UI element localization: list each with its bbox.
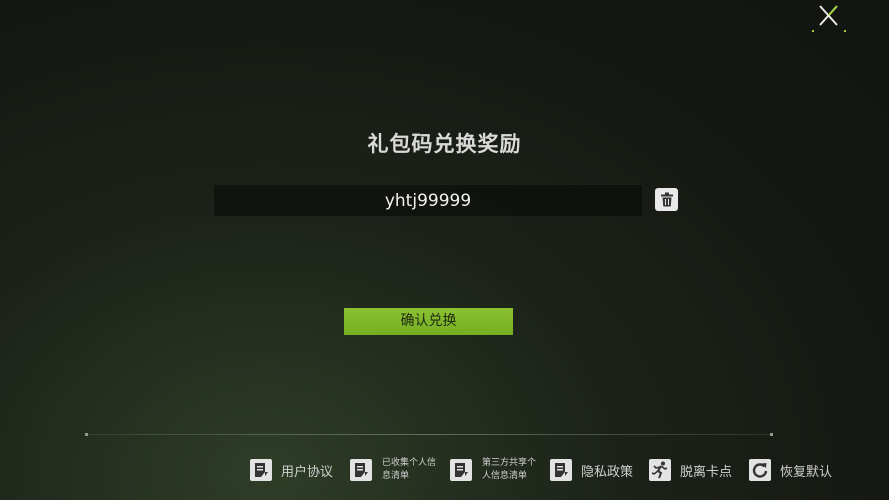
footer-label: 脱离卡点 (680, 464, 733, 480)
unstuck-button[interactable]: 脱离卡点 (649, 456, 732, 484)
document-icon (250, 459, 272, 481)
footer-label: 用户协议 (281, 464, 334, 480)
restore-default-button[interactable]: 恢复默认 (749, 456, 832, 484)
confirm-redeem-button[interactable]: 确认兑换 (344, 308, 513, 335)
footer-label: 隐私政策 (581, 464, 634, 480)
document-icon (550, 459, 572, 481)
close-icon (812, 5, 846, 32)
gift-code-input[interactable] (214, 185, 642, 216)
running-person-icon (649, 459, 671, 481)
footer-label: 第三方共享个人信息清单 (482, 458, 537, 481)
dialog-title: 礼包码兑换奖励 (367, 132, 522, 156)
footer-label: 已收集个人信息清单 (382, 458, 437, 481)
user-agreement-link[interactable]: 用户协议 (250, 456, 333, 484)
clear-code-button[interactable] (655, 188, 678, 211)
third-party-sharing-list-link[interactable]: 第三方共享个人信息清单 (450, 456, 544, 484)
footer-divider (85, 433, 773, 436)
privacy-policy-link[interactable]: 隐私政策 (550, 456, 633, 484)
collected-info-list-link[interactable]: 已收集个人信息清单 (350, 456, 444, 484)
footer-label: 恢复默认 (780, 464, 833, 480)
close-button[interactable] (812, 2, 846, 32)
document-icon (450, 459, 472, 481)
refresh-icon (749, 459, 771, 481)
document-icon (350, 459, 372, 481)
trash-icon (660, 192, 673, 207)
gift-code-field[interactable] (214, 184, 642, 217)
